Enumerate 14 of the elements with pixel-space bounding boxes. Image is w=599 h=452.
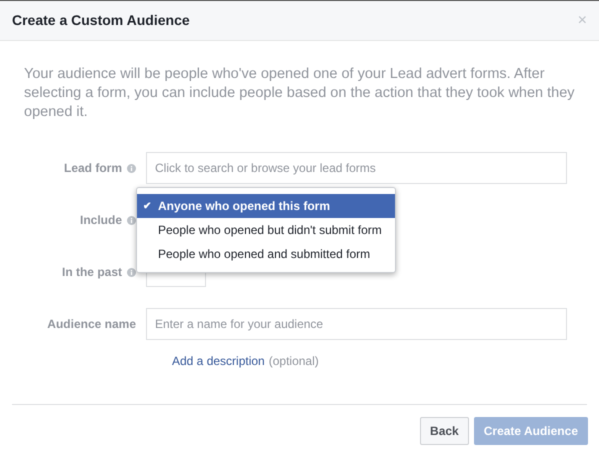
dropdown-option[interactable]: People who opened and submitted form bbox=[137, 242, 395, 266]
field-label: Audience name bbox=[47, 316, 136, 333]
field-label: Lead form bbox=[64, 160, 122, 177]
dropdown-option[interactable]: ✔ Anyone who opened this form bbox=[137, 194, 395, 218]
dialog-title: Create a Custom Audience bbox=[12, 11, 190, 30]
text-field[interactable]: Click to search or browse your lead forms bbox=[146, 152, 567, 184]
field-label: Include bbox=[80, 212, 122, 229]
optional-note: (optional) bbox=[268, 354, 319, 368]
add-description-link[interactable]: Add a description bbox=[172, 354, 265, 368]
text-field[interactable]: Enter a name for your audience bbox=[146, 308, 567, 340]
field-label: In the past bbox=[62, 264, 122, 281]
dropdown-option[interactable]: People who opened but didn't submit form bbox=[137, 218, 395, 242]
intro-text: Your audience will be people who've opened one of your Lead advert forms. After selecting a form, you can include people based on the action that they took when they opened it. bbox=[24, 65, 575, 122]
back-button[interactable]: Back bbox=[420, 417, 469, 445]
